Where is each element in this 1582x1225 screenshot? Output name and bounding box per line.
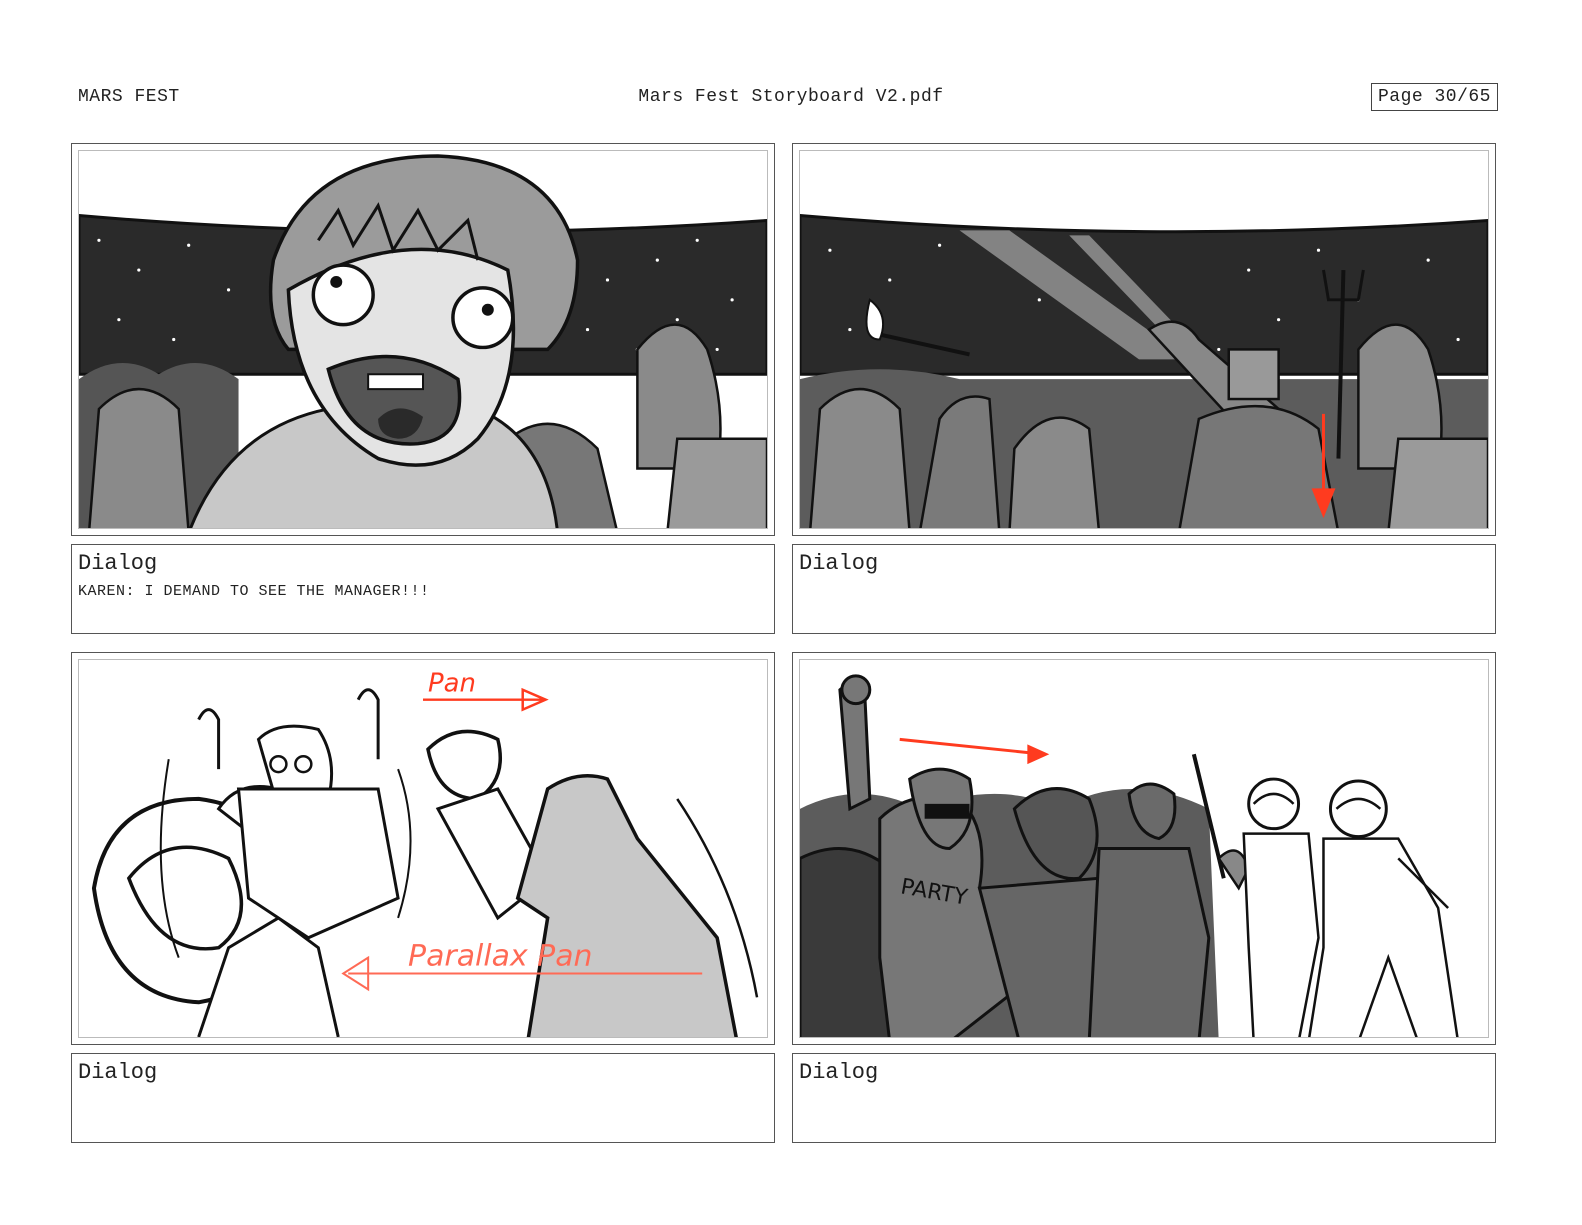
storyboard-panel-3: Pan Parallax Pan xyxy=(71,652,775,1045)
dialog-box-3: Dialog xyxy=(71,1053,775,1143)
dialog-text: KAREN: I DEMAND TO SEE THE MANAGER!!! xyxy=(78,583,430,600)
annotation-pan: Pan xyxy=(428,669,476,699)
panel-3-drawing: Pan Parallax Pan xyxy=(91,669,759,1037)
dialog-label: Dialog xyxy=(799,551,879,576)
dialog-label: Dialog xyxy=(799,1060,879,1085)
dialog-label: Dialog xyxy=(78,1060,158,1085)
document-title: Mars Fest Storyboard V2.pdf xyxy=(638,87,944,107)
dialog-label: Dialog xyxy=(78,551,158,576)
dialog-box-2: Dialog xyxy=(792,544,1496,634)
panel-1-drawing xyxy=(79,154,767,528)
dialog-box-4: Dialog xyxy=(792,1053,1496,1143)
panel-2-drawing xyxy=(800,213,1488,528)
storyboard-panel-4: PARTY xyxy=(792,652,1496,1045)
annotation-parallax-pan: Parallax Pan xyxy=(408,939,592,974)
page-indicator: Page 30/65 xyxy=(1370,83,1498,111)
storyboard-panel-1 xyxy=(71,143,775,536)
panel-4-drawing: PARTY xyxy=(800,674,1459,1037)
dialog-box-1: Dialog KAREN: I DEMAND TO SEE THE MANAGE… xyxy=(71,544,775,634)
storyboard-panel-2 xyxy=(792,143,1496,536)
